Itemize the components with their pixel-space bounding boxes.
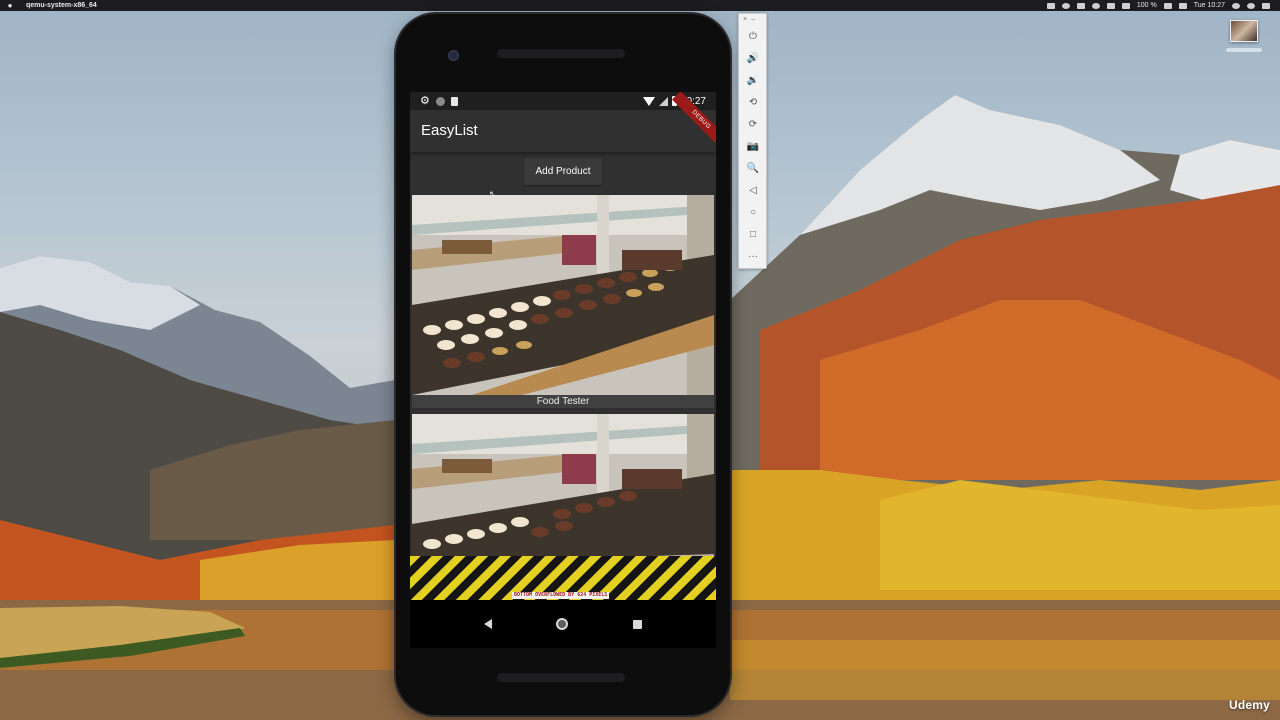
zoom-icon[interactable]: 🔍: [746, 162, 760, 176]
app-bar: EasyList DEBUG: [410, 92, 716, 152]
back-icon[interactable]: ◁: [746, 184, 760, 198]
product-card[interactable]: Food Tester: [412, 195, 714, 408]
overflow-message: BOTTOM OVERFLOWED BY 624 PIXELS: [512, 592, 610, 599]
menu-icon[interactable]: [1262, 2, 1270, 9]
android-emulator-device: ⚙ 10:27 EasyList DEBUG Add Product ↖ Foo…: [396, 14, 730, 715]
emulator-toolbar: ×– ⏻ 🔊 🔉 ⟲ ⟳ 📷 🔍 ◁ ○ □ ···: [738, 13, 767, 269]
settings-icon: ⚙: [420, 95, 430, 107]
nav-back-icon[interactable]: [484, 619, 493, 629]
app-title: EasyList: [421, 122, 478, 139]
home-icon[interactable]: ○: [746, 206, 760, 220]
battery-percent: 100 %: [1136, 2, 1157, 9]
flag-icon[interactable]: [1178, 2, 1187, 9]
android-status-bar: ⚙ 10:27: [410, 92, 716, 110]
macos-menu-bar: ● qemu-system-x86_64 100 % Tue 10:27: [0, 0, 1280, 11]
more-icon[interactable]: ···: [746, 250, 760, 264]
product-image: [412, 414, 714, 564]
earpiece-speaker: [497, 49, 625, 58]
cell-signal-icon: [658, 96, 668, 106]
camera-icon[interactable]: 📷: [746, 140, 760, 154]
power-icon[interactable]: ⏻: [746, 30, 760, 44]
device-screen: ⚙ 10:27 EasyList DEBUG Add Product ↖ Foo…: [410, 92, 716, 648]
sync-icon[interactable]: [1091, 2, 1100, 9]
notification-dot-icon: [435, 96, 445, 106]
battery-icon[interactable]: [1163, 2, 1172, 9]
add-product-row: Add Product: [410, 158, 716, 188]
search-icon[interactable]: [1232, 2, 1240, 9]
front-camera: [448, 50, 459, 61]
product-title: Food Tester: [536, 396, 590, 407]
android-nav-bar: [410, 600, 716, 648]
user-icon[interactable]: [1247, 2, 1255, 9]
app-name[interactable]: qemu-system-x86_64: [20, 0, 97, 11]
menu-bar-tray: 100 % Tue 10:27: [1046, 0, 1280, 11]
add-product-button[interactable]: Add Product: [524, 158, 602, 185]
volume-up-icon[interactable]: 🔊: [746, 52, 760, 66]
wifi-signal-icon: [642, 96, 655, 106]
status-icon[interactable]: [1061, 2, 1070, 9]
apple-icon[interactable]: ●: [0, 0, 20, 11]
minimize-icon[interactable]: –: [751, 16, 759, 23]
toolbar-window-buttons: ×–: [743, 16, 759, 23]
desktop-image-file-icon[interactable]: [1230, 20, 1258, 42]
sd-card-icon: [450, 96, 458, 106]
overview-icon[interactable]: □: [746, 228, 760, 242]
overflow-warning-stripes: BOTTOM OVERFLOWED BY 624 PIXELS: [410, 556, 716, 600]
volume-down-icon[interactable]: 🔉: [746, 74, 760, 88]
rotate-right-icon[interactable]: ⟳: [746, 118, 760, 132]
display-icon[interactable]: [1076, 2, 1085, 9]
product-image: [412, 195, 714, 395]
product-card[interactable]: [412, 414, 714, 564]
menu-clock[interactable]: Tue 10:27: [1194, 0, 1225, 11]
nav-home-icon[interactable]: [556, 618, 569, 630]
upload-icon[interactable]: [1046, 2, 1055, 9]
nav-recents-icon[interactable]: [632, 619, 642, 629]
wifi-icon[interactable]: [1121, 2, 1130, 9]
udemy-watermark: Udemy: [1228, 698, 1270, 712]
bottom-speaker: [497, 673, 625, 682]
close-icon[interactable]: ×: [743, 16, 751, 23]
bluetooth-icon[interactable]: [1106, 2, 1115, 9]
rotate-left-icon[interactable]: ⟲: [746, 96, 760, 110]
desktop-file-label: [1226, 48, 1262, 52]
